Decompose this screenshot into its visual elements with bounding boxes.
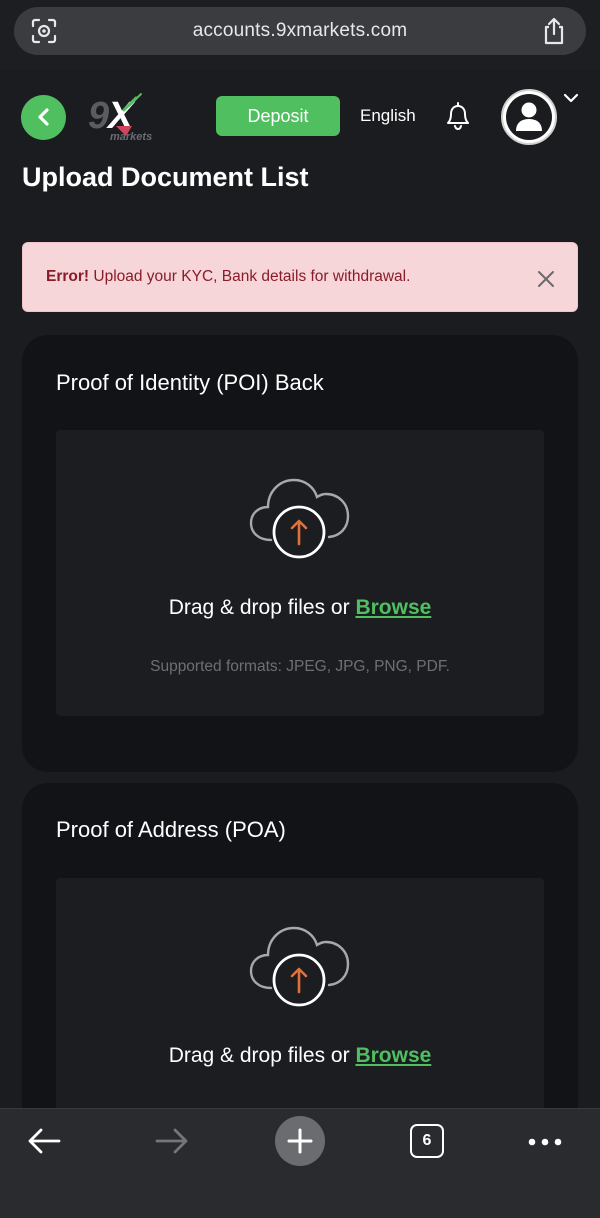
page: accounts.9xmarkets.com 9 X markets Depos… — [0, 0, 600, 1218]
alert-text: Error! Upload your KYC, Bank details for… — [46, 268, 410, 286]
dropzone-text: Drag & drop files or Browse — [56, 1044, 544, 1068]
cloud-upload-icon[interactable] — [249, 918, 351, 1008]
supported-formats: Supported formats: JPEG, JPG, PNG, PDF. — [150, 658, 450, 675]
svg-text:9: 9 — [88, 95, 109, 137]
browse-link[interactable]: Browse — [355, 596, 431, 619]
chevron-down-icon[interactable] — [563, 92, 579, 104]
alert-strong: Error! — [46, 268, 90, 285]
back-button[interactable] — [21, 95, 66, 140]
language-selector[interactable]: English — [360, 106, 416, 126]
close-icon[interactable] — [537, 270, 555, 288]
dropzone[interactable]: Drag & drop files or Browse Supported fo… — [56, 430, 544, 716]
poi-back-card: Proof of Identity (POI) Back Drag & drop… — [22, 335, 578, 772]
browse-link[interactable]: Browse — [355, 1044, 431, 1067]
arrow-left-icon[interactable] — [26, 1127, 62, 1155]
browser-top-bar: accounts.9xmarkets.com — [0, 0, 600, 70]
page-title: Upload Document List — [22, 162, 309, 192]
dropzone-label: Drag & drop files or — [168, 596, 356, 619]
browser-toolbar: 6 — [0, 1108, 600, 1218]
dropzone-label: Drag & drop files or — [168, 1044, 356, 1067]
new-tab-button[interactable] — [275, 1116, 325, 1166]
plus-icon — [287, 1128, 313, 1154]
tab-count-button[interactable]: 6 — [410, 1124, 444, 1158]
deposit-button[interactable]: Deposit — [216, 96, 340, 136]
url-bar[interactable]: accounts.9xmarkets.com — [14, 7, 586, 55]
bell-icon[interactable] — [444, 100, 472, 132]
brand-logo[interactable]: 9 X markets — [86, 88, 156, 144]
dropzone-text: Drag & drop files or Browse — [56, 596, 544, 620]
chevron-left-icon — [38, 108, 49, 126]
user-icon — [516, 102, 542, 131]
error-alert: Error! Upload your KYC, Bank details for… — [22, 242, 578, 312]
avatar-inner — [506, 94, 552, 140]
more-icon[interactable] — [528, 1137, 562, 1147]
cloud-upload-icon[interactable] — [249, 470, 351, 560]
card-title: Proof of Identity (POI) Back — [56, 370, 324, 395]
share-icon[interactable] — [540, 16, 568, 46]
url-text[interactable]: accounts.9xmarkets.com — [14, 20, 586, 42]
user-avatar[interactable] — [501, 89, 557, 145]
svg-text:markets: markets — [110, 131, 152, 143]
card-title: Proof of Address (POA) — [56, 817, 286, 842]
alert-message: Upload your KYC, Bank details for withdr… — [89, 268, 411, 285]
arrow-right-icon[interactable] — [154, 1127, 190, 1155]
